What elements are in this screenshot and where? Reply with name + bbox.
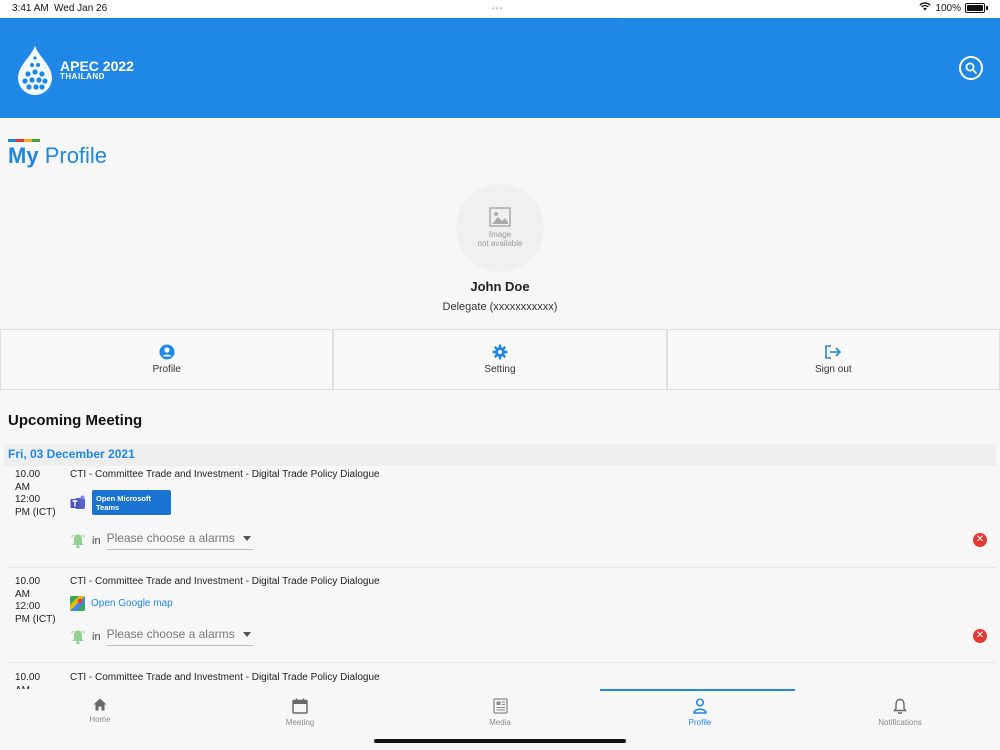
nav-home-label: Home: [89, 715, 111, 724]
nav-profile[interactable]: Profile: [600, 689, 800, 750]
wifi-icon: [919, 2, 932, 14]
microsoft-teams-icon: [70, 495, 85, 509]
apec-logo: APEC 2022 THAILAND: [16, 44, 134, 96]
meeting-title: CTI - Committee Trade and Investment - D…: [70, 672, 380, 683]
status-bar: 3:41 AM Wed Jan 26 ••• 100%: [0, 0, 1000, 18]
page-title: My Profile: [8, 143, 107, 169]
meeting-divider: [8, 567, 996, 568]
alarm-select[interactable]: Please choose a alarms: [106, 531, 253, 550]
multitask-dots: •••: [492, 4, 504, 13]
nav-home[interactable]: Home: [0, 689, 200, 750]
nav-profile-label: Profile: [688, 718, 712, 727]
home-indicator: [374, 739, 626, 743]
meeting-time: 10.00 AM 12:00 PM (ICT): [15, 576, 56, 625]
newspaper-icon: [492, 698, 508, 714]
apec-logo-icon: [18, 46, 52, 95]
alarm-select-placeholder: Please choose a alarms: [106, 627, 235, 641]
nav-notifications[interactable]: Notifications: [800, 689, 1000, 750]
logo-title: APEC 2022: [60, 58, 134, 74]
open-microsoft-teams-button[interactable]: Open Microsoft Teams: [92, 490, 171, 515]
profile-action-label: Profile: [152, 364, 181, 375]
nav-media-label: Media: [489, 718, 511, 727]
meeting-date: Fri, 03 December 2021: [8, 447, 135, 461]
nav-meeting-label: Meeting: [285, 718, 315, 727]
page-title-rest: Profile: [44, 143, 108, 168]
alarm-select[interactable]: Please choose a alarms: [106, 627, 253, 646]
meeting-time: 10.00 AM: [15, 672, 41, 689]
gear-icon: [492, 344, 508, 360]
meeting-date-header: Fri, 03 December 2021: [4, 444, 996, 466]
battery-percent: 100%: [935, 2, 961, 14]
user-role: Delegate (xxxxxxxxxxx): [442, 301, 558, 313]
search-icon: [965, 62, 977, 74]
nav-meeting[interactable]: Meeting: [200, 689, 400, 750]
bell-icon: [893, 698, 907, 714]
meeting-time: 10.00 AM 12:00 PM (ICT): [15, 469, 56, 518]
profile-action-button[interactable]: Profile: [0, 329, 334, 390]
nav-notifications-label: Notifications: [878, 718, 922, 727]
person-circle-icon: [159, 344, 175, 360]
title-accent-bar: [8, 139, 40, 142]
app-header: APEC 2022 THAILAND: [0, 18, 1000, 118]
meeting-item[interactable]: 10.00 AM CTI - Committee Trade and Inves…: [0, 672, 1000, 689]
meeting-title: CTI - Committee Trade and Investment - D…: [70, 576, 380, 587]
google-maps-icon: [70, 596, 85, 611]
upcoming-meeting-title: Upcoming Meeting: [8, 412, 143, 429]
image-placeholder-line2: not available: [477, 239, 523, 248]
user-name: John Doe: [470, 279, 530, 294]
remove-alarm-button[interactable]: ✕: [973, 629, 987, 643]
sign-out-action-label: Sign out: [814, 364, 852, 375]
calendar-icon: [292, 698, 308, 714]
alarm-bell-icon: [71, 534, 85, 548]
alarm-in-label: in: [92, 534, 101, 547]
alarm-in-label: in: [92, 630, 101, 643]
battery-icon: [965, 3, 985, 13]
person-icon: [693, 698, 707, 714]
home-icon: [93, 698, 107, 711]
dropdown-arrow-icon: [242, 535, 251, 541]
open-google-map-link[interactable]: Open Google map: [91, 598, 173, 609]
meeting-divider: [8, 662, 996, 663]
meeting-title: CTI - Committee Trade and Investment - D…: [70, 469, 380, 480]
status-time: 3:41 AM: [12, 3, 49, 14]
remove-alarm-button[interactable]: ✕: [973, 533, 987, 547]
status-date: Wed Jan 26: [54, 3, 108, 14]
avatar: Image not available: [456, 184, 544, 272]
sign-out-icon: [825, 345, 842, 359]
setting-action-button[interactable]: Setting: [333, 329, 667, 390]
image-placeholder-icon: [489, 207, 511, 227]
logo-subtitle: THAILAND: [60, 72, 105, 81]
search-button[interactable]: [959, 56, 983, 80]
page-title-bold: My: [8, 143, 39, 168]
alarm-select-placeholder: Please choose a alarms: [106, 531, 235, 545]
profile-actions: Profile Setting Sign out: [0, 329, 1000, 390]
dropdown-arrow-icon: [242, 631, 251, 637]
sign-out-action-button[interactable]: Sign out: [666, 329, 1000, 390]
alarm-bell-icon: [71, 630, 85, 644]
setting-action-label: Setting: [484, 364, 516, 375]
